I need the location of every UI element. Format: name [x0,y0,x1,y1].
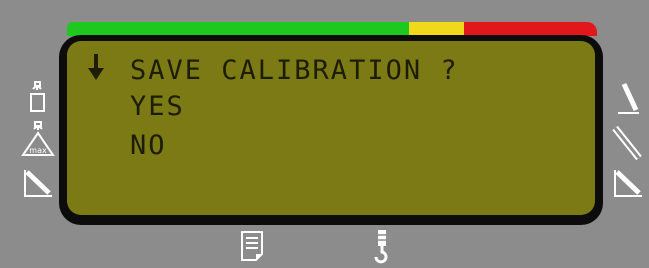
boom-length-icon [618,82,639,114]
down-arrow-icon [88,54,104,80]
boom-angle-icon [24,170,52,197]
svg-text:max: max [29,146,47,155]
load-indicator-bar [67,22,597,36]
boom-radius-icon [614,170,642,197]
hook-icon[interactable] [372,228,392,264]
telescopic-boom-icon [612,125,642,161]
load-bar-safe-segment [67,22,409,36]
menu-option-no[interactable]: NO [130,131,167,161]
document-icon[interactable] [240,230,264,262]
menu-title: SAVE CALIBRATION ? [130,55,459,86]
load-bar-warning-segment [409,22,464,36]
menu-option-yes[interactable]: YES [130,92,185,122]
max-load-icon: max [21,121,55,156]
load-bar-overload-segment [464,22,597,36]
crane-display-panel: SAVE CALIBRATION ? YES NO max [0,0,649,268]
weight-small-icon [30,81,45,112]
